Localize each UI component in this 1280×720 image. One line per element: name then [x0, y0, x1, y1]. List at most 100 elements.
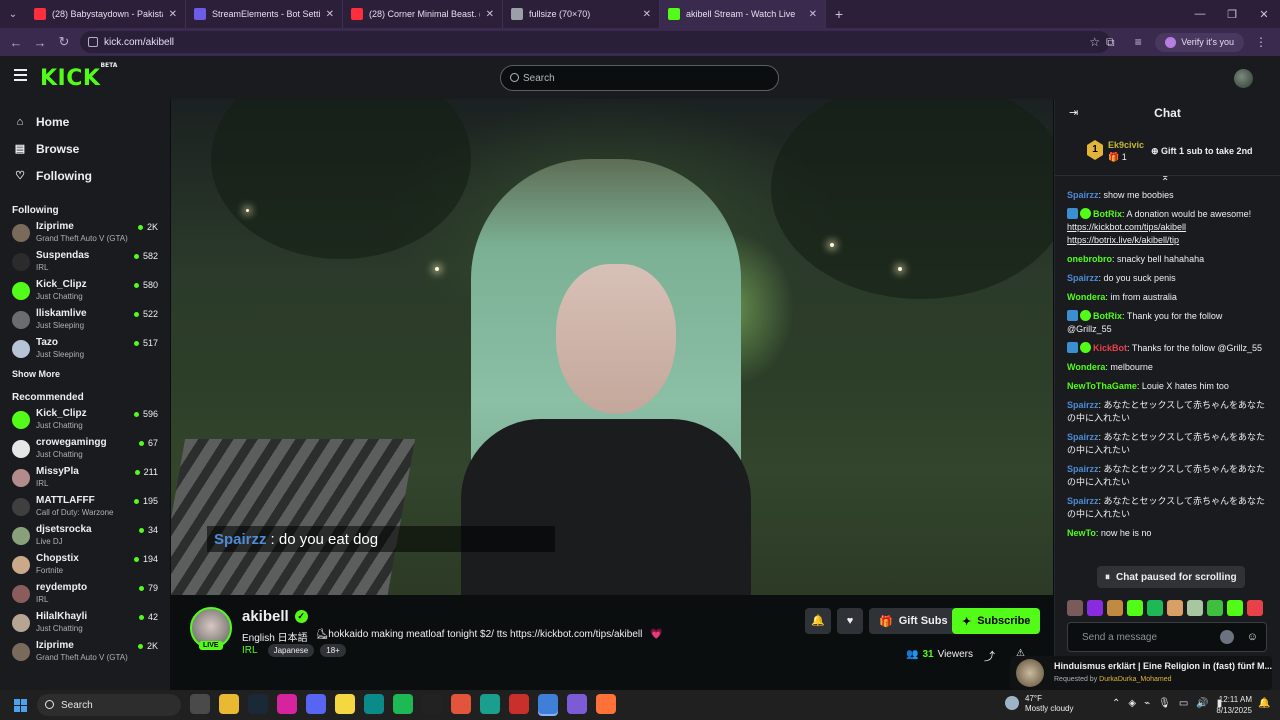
- chat-message[interactable]: BotRix: Thank you for the follow @Grillz…: [1055, 307, 1280, 339]
- emote[interactable]: [1167, 600, 1183, 616]
- chat-message-input[interactable]: Send a message ☺: [1067, 622, 1267, 652]
- chat-message[interactable]: Spairzz: あなたとセックスして赤ちゃんをあなたの中に入れたい: [1055, 428, 1280, 460]
- notifications-icon[interactable]: 🔔: [1258, 698, 1270, 709]
- chat-message[interactable]: Spairzz: あなたとセックスして赤ちゃんをあなたの中に入れたい: [1055, 460, 1280, 492]
- chat-link[interactable]: https://botrix.live/k/akibell/tip: [1067, 235, 1179, 245]
- follow-heart-button[interactable]: ♥: [837, 608, 863, 634]
- subscribe-button[interactable]: ✦ Subscribe: [952, 608, 1041, 634]
- emote[interactable]: [1127, 600, 1143, 616]
- chrome-icon[interactable]: [538, 694, 558, 714]
- chat-username[interactable]: Spairzz: [1067, 273, 1099, 283]
- chat-username[interactable]: NewTo: [1067, 528, 1096, 538]
- back-icon[interactable]: ←: [4, 35, 28, 50]
- profile-button[interactable]: Verify it's you: [1155, 32, 1244, 52]
- sidebar-channel[interactable]: Tazo Just Sleeping 517: [0, 335, 170, 364]
- sidebar-channel[interactable]: Kick_Clipz Just Chatting 580: [0, 277, 170, 306]
- sidebar-channel[interactable]: Suspendas IRL 582: [0, 248, 170, 277]
- reading-list-icon[interactable]: ≡: [1127, 35, 1149, 49]
- sidebar-channel[interactable]: crowegamingg Just Chatting 67: [0, 435, 170, 464]
- mic-icon[interactable]: 🎙: [1158, 698, 1171, 709]
- chat-message[interactable]: Wondera: im from australia: [1055, 288, 1280, 307]
- url-field[interactable]: kick.com/akibell ☆: [80, 31, 1110, 53]
- sidebar-channel[interactable]: Kick_Clipz Just Chatting 596: [0, 406, 170, 435]
- steam-icon[interactable]: [248, 694, 268, 714]
- restore-icon[interactable]: ❐: [1216, 8, 1248, 21]
- start-button-icon[interactable]: [14, 698, 27, 712]
- tag-chip[interactable]: 18+: [320, 644, 346, 657]
- taskbar-search[interactable]: Search: [37, 694, 181, 716]
- app-icon[interactable]: [480, 694, 500, 714]
- video-player[interactable]: Spairzz : do you eat dog: [171, 99, 1053, 595]
- chat-message[interactable]: BotRix: A donation would be awesome! http…: [1055, 205, 1280, 250]
- chat-username[interactable]: Wondera: [1067, 362, 1105, 372]
- chat-username[interactable]: Spairzz: [1067, 464, 1099, 474]
- sidebar-channel[interactable]: lliskamlive Just Sleeping 522: [0, 306, 170, 335]
- extensions-icon[interactable]: ⧉: [1099, 35, 1121, 50]
- chat-link[interactable]: https://kickbot.com/tips/akibell: [1067, 222, 1186, 232]
- search-input[interactable]: Search: [500, 65, 779, 91]
- chat-username[interactable]: onebrobro: [1067, 254, 1112, 264]
- reload-icon[interactable]: ↻: [52, 34, 76, 50]
- browser-tab[interactable]: fullsize (70×70) ✕: [503, 0, 660, 28]
- chat-messages[interactable]: Spairzz: show me boobies BotRix: A donati…: [1055, 186, 1280, 586]
- bot-icon[interactable]: [1220, 630, 1234, 644]
- sidebar-nav-following[interactable]: ♡ Following: [0, 162, 170, 189]
- chat-message[interactable]: NewTo: now he is no: [1055, 524, 1280, 543]
- minimize-icon[interactable]: —: [1184, 8, 1216, 20]
- sidebar-channel[interactable]: Iziprime Grand Theft Auto V (GTA) 2K: [0, 219, 170, 248]
- chat-paused-banner[interactable]: ⏸ Chat paused for scrolling: [1097, 566, 1245, 588]
- category-link[interactable]: IRL: [242, 645, 258, 656]
- firefox-icon[interactable]: [596, 694, 616, 714]
- chat-username[interactable]: BotRix: [1093, 311, 1122, 321]
- new-tab-button[interactable]: +: [826, 6, 852, 22]
- app-icon[interactable]: [509, 694, 529, 714]
- tab-close-icon[interactable]: ✕: [486, 9, 494, 20]
- chat-username[interactable]: NewToThaGame: [1067, 381, 1137, 391]
- task-view-icon[interactable]: [190, 694, 210, 714]
- sticky-notes-icon[interactable]: [335, 694, 355, 714]
- chat-username[interactable]: Spairzz: [1067, 190, 1099, 200]
- sidebar-nav-home[interactable]: ⌂ Home: [0, 108, 170, 135]
- sidebar-channel[interactable]: Chopstix Fortnite 194: [0, 551, 170, 580]
- chat-username[interactable]: BotRix: [1093, 209, 1122, 219]
- tray-app-icon[interactable]: ◈: [1128, 698, 1136, 709]
- browser-tab[interactable]: (28) Corner Minimal Beast. (Vol ✕: [343, 0, 503, 28]
- tab-search-button[interactable]: ⌄: [0, 0, 26, 28]
- forward-icon[interactable]: →: [28, 35, 52, 50]
- emote[interactable]: [1087, 600, 1103, 616]
- display-icon[interactable]: ▭: [1179, 698, 1188, 709]
- expand-pinned-icon[interactable]: ⌅: [1161, 172, 1169, 183]
- sidebar-channel[interactable]: MATTLAFFF Call of Duty: Warzone 195: [0, 493, 170, 522]
- chat-username[interactable]: Spairzz: [1067, 496, 1099, 506]
- chat-username[interactable]: Wondera: [1067, 292, 1105, 302]
- emote[interactable]: [1207, 600, 1223, 616]
- sidebar-channel[interactable]: MissyPla IRL 211: [0, 464, 170, 493]
- browser-tab[interactable]: StreamElements - Bot Settings ✕: [186, 0, 343, 28]
- clock[interactable]: 12:11 AM 8/13/2025: [1208, 694, 1252, 716]
- tab-close-icon[interactable]: ✕: [326, 9, 334, 20]
- chat-message[interactable]: Spairzz: show me boobies: [1055, 186, 1280, 205]
- chat-message[interactable]: KickBot: Thanks for the follow @Grillz_5…: [1055, 339, 1280, 358]
- app-icon[interactable]: [567, 694, 587, 714]
- discord-icon[interactable]: [306, 694, 326, 714]
- collapse-chat-icon[interactable]: ⇥: [1069, 100, 1078, 126]
- spotify-icon[interactable]: [393, 694, 413, 714]
- instagram-icon[interactable]: [277, 694, 297, 714]
- app-icon[interactable]: [451, 694, 471, 714]
- chevron-up-icon[interactable]: ⌃: [1112, 698, 1120, 709]
- chat-message[interactable]: Spairzz: do you suck penis: [1055, 269, 1280, 288]
- chat-message[interactable]: NewToThaGame: Louie X hates him too: [1055, 377, 1280, 396]
- sidebar-channel[interactable]: reydempto IRL 79: [0, 580, 170, 609]
- chat-username[interactable]: Spairzz: [1067, 400, 1099, 410]
- browser-tab[interactable]: (28) Babystaydown - Pakistan (I ✕: [26, 0, 186, 28]
- chat-message[interactable]: Wondera: melbourne: [1055, 358, 1280, 377]
- sidebar-channel[interactable]: djsetsrocka Live DJ 34: [0, 522, 170, 551]
- menu-hamburger-icon[interactable]: [14, 69, 27, 84]
- chat-username[interactable]: KickBot: [1093, 343, 1127, 353]
- chat-message[interactable]: onebrobro: snacky bell hahahaha: [1055, 250, 1280, 269]
- tab-close-icon[interactable]: ✕: [643, 9, 651, 20]
- gift-subs-button[interactable]: 🎁 Gift Subs: [869, 608, 958, 634]
- notification-bell-button[interactable]: 🔔: [805, 608, 831, 634]
- emote[interactable]: [1227, 600, 1243, 616]
- edge-icon[interactable]: [364, 694, 384, 714]
